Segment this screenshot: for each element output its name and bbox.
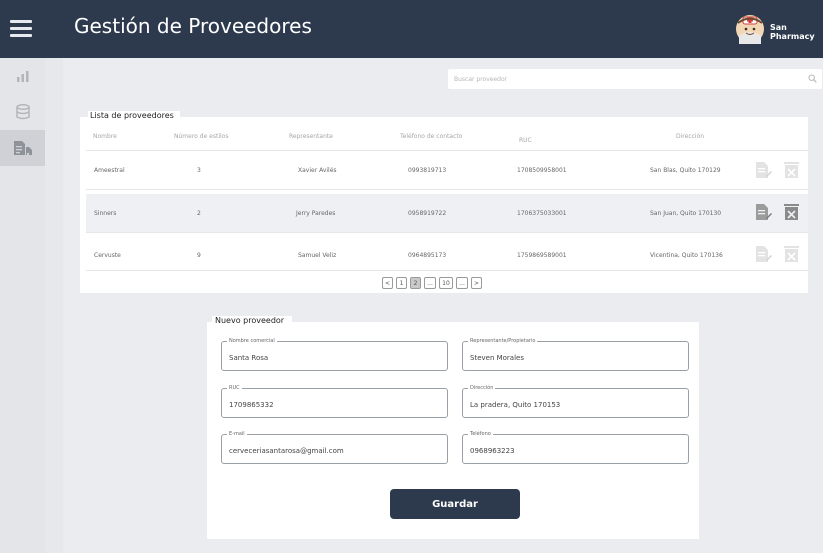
cell-representative: Samuel Veliz [298,252,337,259]
phone-input[interactable] [470,445,682,457]
cell-phone: 0964895173 [408,252,447,259]
column-header-phone: Teléfono de contacto [400,133,463,140]
column-header-ruc: RUC [519,137,532,144]
hamburger-menu-icon[interactable] [10,20,32,38]
user-name: San Pharmacy [770,23,815,41]
pharmacist-avatar-icon[interactable] [735,14,765,44]
cell-ruc: 1759869589001 [517,252,567,259]
pagination-page-1[interactable]: 1 [396,277,407,289]
supplier-document-icon [13,141,32,156]
row-divider [86,189,808,190]
search-box [448,69,822,89]
cell-phone: 0958919722 [408,210,447,217]
sidebar-item-inventory[interactable] [0,94,45,130]
sidebar-item-reports[interactable] [0,58,45,94]
database-icon [15,104,30,120]
field-label: RUC [227,384,242,392]
cell-name: Cervuste [94,252,121,259]
delete-icon[interactable] [783,161,800,179]
cell-representative: Xavier Avilés [298,167,337,174]
cell-address: San Blas, Quito 170129 [650,167,721,174]
row-divider [86,232,808,233]
commercial-name-field: Nombre comercial [221,337,448,371]
pagination-page-current[interactable]: 2 [410,277,421,289]
cell-styles: 2 [197,210,201,217]
search-icon[interactable] [808,74,817,83]
cell-name: Sinners [94,210,117,217]
edit-document-icon[interactable] [755,161,772,179]
pagination-page-10[interactable]: 10 [439,277,453,289]
sidebar-item-suppliers[interactable] [0,130,45,166]
email-input[interactable] [229,445,441,457]
email-field: E-mail [221,430,448,464]
cell-name: Ameestral [94,167,125,174]
column-header-styles: Número de estilos [174,133,229,140]
field-label: Nombre comercial [227,337,277,345]
search-input[interactable] [454,71,794,87]
save-button[interactable]: Guardar [390,489,520,519]
column-header-address: Dirección [676,133,705,140]
cell-styles: 9 [197,252,201,259]
delete-icon[interactable] [783,203,800,221]
column-header-name: Nombre [93,133,117,140]
cell-ruc: 1706375033001 [517,210,567,217]
pagination-ellipsis[interactable]: ... [456,277,468,289]
row-divider [86,270,808,271]
address-field: Dirección [462,384,689,418]
field-label: Teléfono [468,430,493,438]
phone-field: Teléfono [462,430,689,464]
supplier-list-title: Lista de proveedores [88,111,180,120]
ruc-field: RUC [221,384,448,418]
pagination-prev-button[interactable]: < [382,277,393,289]
edit-document-icon[interactable] [755,245,772,263]
cell-phone: 0993819713 [408,167,447,174]
chart-icon [16,71,28,82]
address-input[interactable] [470,399,682,411]
field-label: Dirección [468,384,496,392]
cell-representative: Jerry Paredes [296,210,336,217]
page-title: Gestión de Proveedores [74,14,312,38]
representative-field: Representante/Propietario [462,337,689,371]
field-label: Representante/Propietario [468,337,538,345]
column-header-representative: Representante [289,133,333,140]
commercial-name-input[interactable] [229,352,441,364]
pagination-ellipsis[interactable]: ... [424,277,436,289]
form-title: Nuevo proveedor [212,316,293,325]
delete-icon[interactable] [783,245,800,263]
edit-document-icon[interactable] [755,203,772,221]
cell-address: San Juan, Quito 170130 [650,210,722,217]
cell-styles: 3 [197,167,201,174]
field-label: E-mail [227,430,247,438]
cell-address: Vicentina, Quito 170136 [650,252,723,259]
representative-input[interactable] [470,352,682,364]
ruc-input[interactable] [229,399,441,411]
pagination-next-button[interactable]: > [471,277,482,289]
cell-ruc: 1708509958001 [517,167,567,174]
